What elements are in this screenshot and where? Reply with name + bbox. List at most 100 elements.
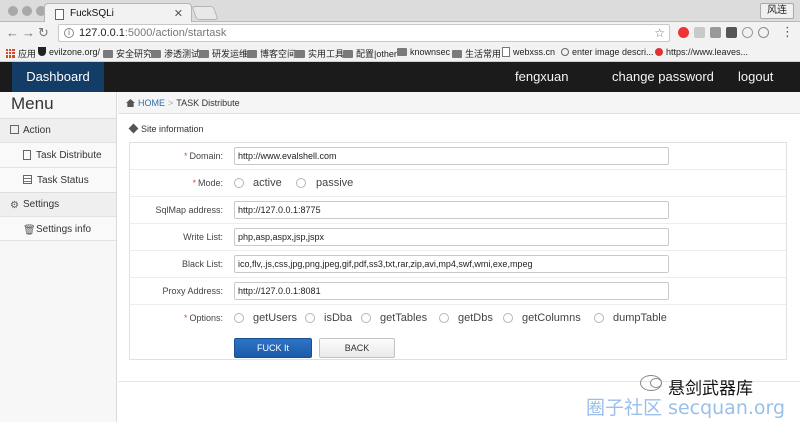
sidebar-title: Menu (11, 94, 54, 113)
browser-menu-icon[interactable]: ⋮ (781, 24, 794, 40)
proxy-address-label: Proxy Address: (162, 286, 223, 296)
bookmark-life[interactable]: 生活常用 (452, 47, 501, 60)
watermark-subtitle: 圈子社区 secquan.org (586, 397, 786, 419)
mode-active-label[interactable]: active (253, 170, 282, 197)
bookmarks-bar: 应用 evilzone.org/ 安全研究 渗透测试 研发运维 博客空间 实用工… (0, 44, 800, 62)
nav-change-password-link[interactable]: change password (612, 62, 714, 92)
tag-icon (128, 123, 139, 134)
mode-label: * Mode: (192, 178, 223, 188)
reload-icon[interactable]: ↻ (38, 25, 49, 41)
gear-icon: ⚙ (10, 200, 19, 211)
breadcrumb-home-link[interactable]: HOME (138, 98, 165, 108)
site-info-icon[interactable]: i (64, 28, 74, 38)
sqlmap-address-label: SqlMap address: (155, 205, 223, 215)
back-button[interactable]: BACK (319, 338, 395, 358)
option-isdba-label[interactable]: isDba (324, 305, 352, 332)
domain-label: * Domain: (183, 151, 223, 161)
option-getdbs-label[interactable]: getDbs (458, 305, 493, 332)
domain-input[interactable] (234, 147, 669, 165)
extension-box-icon[interactable] (710, 27, 721, 38)
close-window-icon[interactable] (8, 6, 18, 16)
mode-passive-label[interactable]: passive (316, 170, 353, 197)
black-list-input[interactable] (234, 255, 669, 273)
option-getusers-label[interactable]: getUsers (253, 305, 297, 332)
bookmark-pentest[interactable]: 渗透测试 (151, 47, 200, 60)
mode-row: * Mode: active passive (130, 170, 786, 197)
sidebar-item-task-distribute[interactable]: Task Distribute (0, 142, 116, 167)
top-navbar: Dashboard fengxuan change password logou… (0, 62, 800, 92)
submit-button[interactable]: FUCK It (234, 338, 312, 358)
options-label: * Options: (183, 313, 223, 323)
page-favicon-icon (55, 9, 64, 20)
write-list-input[interactable] (234, 228, 669, 246)
proxy-address-input[interactable] (234, 282, 669, 300)
extension-dark-icon[interactable] (726, 27, 737, 38)
option-getdbs-radio[interactable] (439, 313, 449, 323)
forward-arrow-icon[interactable]: → (22, 25, 35, 41)
dashboard-brand-link[interactable]: Dashboard (12, 62, 104, 92)
extension-globe-icon[interactable] (758, 27, 769, 38)
page-icon (23, 150, 31, 160)
bookmark-config[interactable]: 配置|other (343, 47, 397, 60)
bookmark-star-icon[interactable]: ☆ (654, 26, 665, 40)
bookmark-evilzone[interactable]: evilzone.org/ (38, 47, 100, 57)
tab-close-icon[interactable]: ✕ (174, 7, 183, 20)
minimize-window-icon[interactable] (22, 6, 32, 16)
option-dumptable-label[interactable]: dumpTable (613, 305, 667, 332)
black-list-row: Black List: (130, 251, 786, 278)
trash-icon: 🗑 (23, 225, 36, 236)
bookmark-knownsec[interactable]: knownsec (397, 47, 450, 57)
browser-tab[interactable]: FuckSQLi ✕ (44, 3, 192, 23)
window-user-button[interactable]: 风连 (760, 3, 794, 19)
option-gettables-label[interactable]: getTables (380, 305, 427, 332)
sqlmap-address-row: SqlMap address: (130, 197, 786, 224)
write-list-label: Write List: (183, 232, 223, 242)
wechat-logo-icon (640, 375, 662, 391)
option-getcolumns-label[interactable]: getColumns (522, 305, 581, 332)
sqlmap-address-input[interactable] (234, 201, 669, 219)
extension-gray-icon[interactable] (694, 27, 705, 38)
option-getcolumns-radio[interactable] (503, 313, 513, 323)
options-row: * Options: getUsers isDba getTables getDb… (130, 305, 786, 332)
sidebar-section-settings[interactable]: ⚙ Settings (0, 192, 116, 216)
action-icon (10, 125, 19, 134)
proxy-address-row: Proxy Address: (130, 278, 786, 305)
new-tab-button[interactable] (191, 6, 219, 20)
option-dumptable-radio[interactable] (594, 313, 604, 323)
option-isdba-radio[interactable] (305, 313, 315, 323)
bookmark-security-research[interactable]: 安全研究 (103, 47, 152, 60)
sidebar-item-task-status[interactable]: Task Status (0, 167, 116, 192)
sidebar-section-action[interactable]: Action (0, 118, 116, 142)
mode-active-radio[interactable] (234, 178, 244, 188)
bookmark-devops[interactable]: 研发运维 (199, 47, 248, 60)
mode-passive-radio[interactable] (296, 178, 306, 188)
home-icon (126, 99, 135, 107)
back-arrow-icon[interactable]: ← (6, 25, 19, 41)
option-getusers-radio[interactable] (234, 313, 244, 323)
bookmark-enter-image[interactable]: enter image descri... (561, 47, 654, 57)
list-icon (23, 175, 32, 184)
breadcrumb-current: TASK Distribute (176, 98, 240, 108)
sidebar-item-settings-info[interactable]: 🗑Settings info (0, 216, 116, 241)
browser-tabstrip: FuckSQLi ✕ 风连 (0, 0, 800, 23)
nav-logout-link[interactable]: logout (738, 62, 773, 92)
domain-row: * Domain: (130, 143, 786, 170)
bookmark-blog[interactable]: 博客空间 (247, 47, 296, 60)
breadcrumb-separator: > (168, 98, 174, 108)
extension-opera-icon[interactable] (678, 27, 689, 38)
url-text: 127.0.0.1:5000/action/startask (79, 27, 227, 39)
tab-title: FuckSQLi (70, 8, 114, 19)
bookmark-tools[interactable]: 实用工具 (295, 47, 344, 60)
section-title: Site information (128, 123, 204, 134)
site-information-form: *Domain: *Mode: active passive SqlMap ad… (129, 142, 787, 360)
black-list-label: Black List: (181, 259, 223, 269)
nav-user-link[interactable]: fengxuan (515, 62, 569, 92)
bookmark-leaves[interactable]: https://www.leaves... (655, 47, 748, 57)
sidebar: Menu Action Task Distribute Task Status … (0, 92, 117, 422)
bookmark-webxss[interactable]: webxss.cn (502, 47, 555, 57)
bookmark-apps[interactable]: 应用 (6, 47, 36, 60)
option-gettables-radio[interactable] (361, 313, 371, 323)
browser-toolbar: ← → ↻ i 127.0.0.1:5000/action/startask ☆… (0, 22, 800, 44)
address-bar[interactable]: i 127.0.0.1:5000/action/startask ☆ (58, 24, 670, 42)
extension-circle-icon[interactable] (742, 27, 753, 38)
